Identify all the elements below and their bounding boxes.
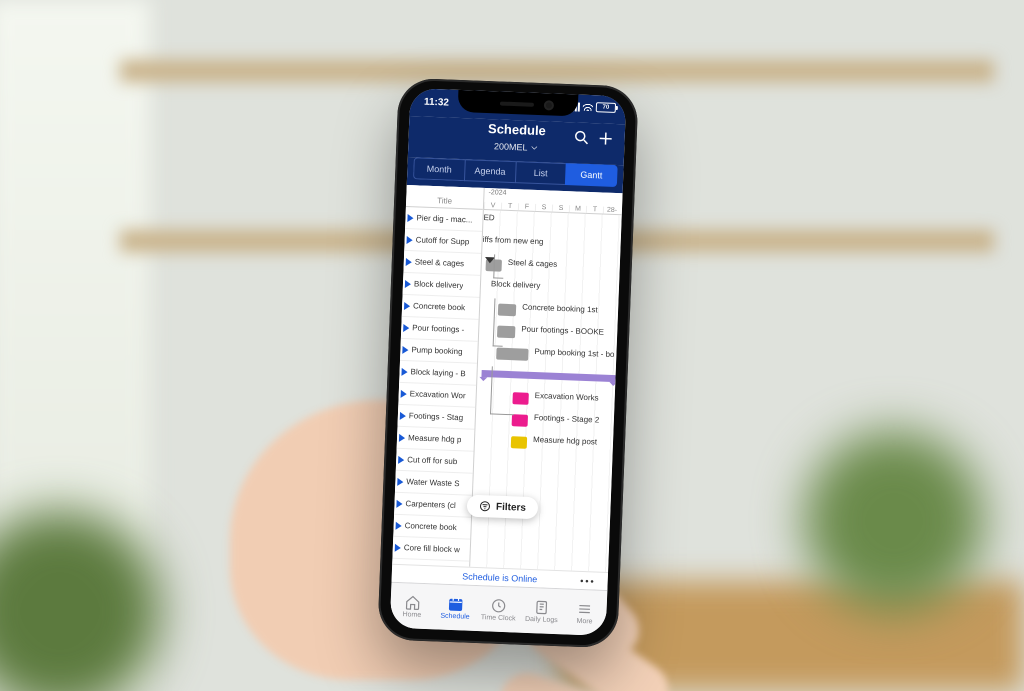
tab-month[interactable]: Month	[413, 157, 465, 181]
search-button[interactable]	[572, 128, 591, 147]
task-row[interactable]: Cut off for sub	[396, 449, 474, 474]
task-row[interactable]: Concrete book	[393, 515, 471, 540]
task-row[interactable]: Steel & cages	[403, 251, 481, 276]
more-options-button[interactable]: •••	[580, 575, 596, 586]
dependency-link	[493, 254, 504, 278]
status-time: 11:32	[424, 97, 449, 109]
task-row[interactable]: Excavation Wor	[398, 383, 476, 408]
filters-button[interactable]: Filters	[467, 495, 539, 520]
tab-more[interactable]: More	[562, 589, 607, 636]
play-icon	[406, 258, 412, 266]
app-header: Schedule 200MEL	[408, 116, 625, 165]
play-icon	[397, 477, 403, 485]
gantt-bar[interactable]	[512, 414, 528, 427]
tab-gantt[interactable]: Gantt	[565, 163, 618, 187]
task-row[interactable]: Pour footings -	[401, 317, 479, 342]
play-icon	[399, 433, 405, 441]
tab-agenda[interactable]: Agenda	[464, 159, 516, 183]
tab-home[interactable]: Home	[390, 583, 435, 630]
gantt-bar-label: iffs from new eng	[483, 235, 544, 246]
task-row[interactable]: Footings - Stag	[397, 405, 475, 430]
play-icon	[401, 389, 407, 397]
play-icon	[395, 543, 401, 551]
dependency-link	[493, 298, 505, 346]
hamburger-icon	[577, 600, 594, 617]
play-icon	[404, 301, 410, 309]
tab-schedule[interactable]: Schedule	[433, 584, 478, 631]
gantt-bar-label: Pour footings - BOOKE	[521, 324, 604, 336]
gantt-bar-label: Block delivery	[491, 279, 541, 290]
tab-bar: Home Schedule Time Clock Daily Logs More	[390, 582, 608, 636]
play-icon	[402, 345, 408, 353]
gantt-bar-label: Measure hdg post	[533, 435, 597, 446]
gantt-bar-label: Concrete booking 1st	[522, 303, 598, 315]
notebook-icon	[534, 599, 551, 616]
gantt-bar[interactable]	[496, 348, 528, 361]
task-row[interactable]: Pier dig - mac...	[405, 207, 483, 232]
filter-icon	[479, 500, 491, 512]
task-row[interactable]: Measure hdg p	[397, 427, 475, 452]
gantt-bar-label: Pump booking 1st - bo	[534, 347, 614, 359]
task-row[interactable]: Block delivery	[403, 273, 481, 298]
project-selector[interactable]: 200MEL	[494, 141, 539, 153]
chevron-down-icon	[530, 144, 538, 152]
online-status: Schedule is Online	[462, 571, 537, 584]
gantt-bar-label: ED	[483, 213, 494, 222]
gantt-bar-label: Steel & cages	[508, 258, 558, 269]
battery-icon: 70	[596, 102, 616, 113]
gantt-chart[interactable]: Title Pier dig - mac... Cutoff for Supp …	[392, 185, 622, 572]
tab-daily-logs[interactable]: Daily Logs	[519, 588, 564, 635]
home-icon	[404, 594, 421, 611]
task-row[interactable]: Concrete book	[402, 295, 480, 320]
tab-list[interactable]: List	[514, 161, 566, 185]
task-row[interactable]: Pump booking	[400, 339, 478, 364]
task-row[interactable]: Carpenters (cl	[394, 493, 472, 518]
title-col-header: Title	[406, 185, 484, 210]
play-icon	[407, 214, 413, 222]
task-row[interactable]: Water Waste S	[395, 471, 473, 496]
gantt-bar[interactable]	[512, 392, 528, 405]
calendar-icon	[447, 595, 464, 612]
play-icon	[398, 455, 404, 463]
dependency-link	[490, 366, 516, 415]
play-icon	[396, 499, 402, 507]
task-row[interactable]: Block laying - B	[399, 361, 477, 386]
task-row[interactable]: Core fill block w	[392, 537, 470, 562]
play-icon	[396, 521, 402, 529]
add-button[interactable]	[596, 129, 615, 148]
gantt-bar[interactable]	[511, 436, 527, 449]
gantt-bar-label: Footings - Stage 2	[534, 413, 600, 425]
play-icon	[407, 236, 413, 244]
task-row[interactable]: Cutoff for Supp	[404, 229, 482, 254]
tab-time-clock[interactable]: Time Clock	[476, 586, 521, 633]
clock-icon	[490, 597, 507, 614]
play-icon	[400, 411, 406, 419]
notch	[458, 90, 579, 117]
search-icon	[572, 128, 591, 147]
gantt-bar-label: Excavation Works	[535, 391, 599, 402]
play-icon	[405, 279, 411, 287]
wifi-icon	[583, 103, 593, 111]
phone-frame: 11:32 70 Schedule 200MEL	[377, 78, 638, 649]
plus-icon	[596, 129, 615, 148]
play-icon	[403, 323, 409, 331]
play-icon	[401, 367, 407, 375]
